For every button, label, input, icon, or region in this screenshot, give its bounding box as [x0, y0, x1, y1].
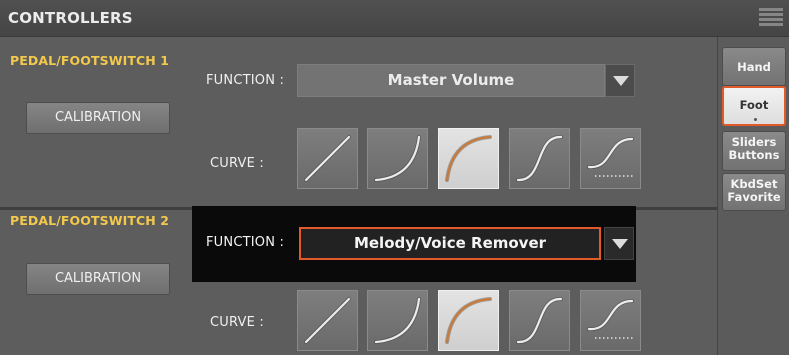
curve-button[interactable] — [580, 128, 641, 189]
tab-label-line: Buttons — [728, 148, 780, 162]
calibration-button[interactable]: CALIBRATION — [26, 102, 170, 134]
curve-button[interactable] — [438, 290, 499, 351]
logarithmic-curve-icon — [445, 297, 492, 344]
s-curve-icon — [516, 296, 563, 345]
curve-button[interactable] — [509, 290, 570, 351]
selected-indicator-icon — [754, 118, 757, 121]
calibration-button[interactable]: CALIBRATION — [26, 263, 170, 295]
pedal-footswitch-1-section: PEDAL/FOOTSWITCH 1 CALIBRATION FUNCTION … — [0, 37, 717, 209]
function-dropdown-button[interactable] — [604, 227, 634, 260]
curve-label: CURVE : — [210, 315, 264, 330]
curve-button[interactable] — [367, 128, 428, 189]
chevron-down-icon — [612, 239, 628, 249]
linear-curve-icon — [304, 135, 351, 182]
curve-label: CURVE : — [210, 156, 264, 171]
curve-button[interactable] — [297, 128, 358, 189]
page-title: CONTROLLERS — [8, 9, 133, 27]
hamburger-menu-icon[interactable] — [759, 8, 783, 28]
function-select-popup: FUNCTION : Melody/Voice Remover — [192, 206, 636, 282]
tab-label: Hand — [737, 60, 771, 74]
s-curve-dotted-icon — [587, 299, 635, 339]
function-select[interactable]: Melody/Voice Remover — [299, 227, 601, 260]
tab-sliders-buttons[interactable]: Sliders Buttons — [722, 131, 786, 171]
curve-button[interactable] — [509, 128, 570, 189]
logarithmic-curve-icon — [445, 135, 492, 182]
curve-button[interactable] — [438, 128, 499, 189]
function-select[interactable]: Master Volume — [297, 64, 605, 97]
exponential-curve-icon — [374, 135, 421, 182]
function-label: FUNCTION : — [206, 235, 285, 250]
exponential-curve-icon — [374, 297, 421, 344]
s-curve-icon — [516, 134, 563, 183]
section-title: PEDAL/FOOTSWITCH 2 — [10, 213, 170, 228]
linear-curve-icon — [304, 297, 351, 344]
sidebar: Hand Foot Sliders Buttons KbdSet Favorit… — [717, 37, 789, 355]
section-title: PEDAL/FOOTSWITCH 1 — [10, 53, 170, 68]
curve-button[interactable] — [367, 290, 428, 351]
function-label: FUNCTION : — [206, 73, 285, 88]
tab-label-line: Favorite — [727, 190, 781, 204]
curve-button[interactable] — [580, 290, 641, 351]
main-content: PEDAL/FOOTSWITCH 1 CALIBRATION FUNCTION … — [0, 37, 717, 355]
function-dropdown-button[interactable] — [605, 64, 635, 97]
tab-label: Foot — [739, 98, 769, 112]
s-curve-dotted-icon — [587, 137, 635, 177]
tab-foot[interactable]: Foot — [722, 86, 786, 126]
tab-hand[interactable]: Hand — [722, 47, 786, 86]
curve-button[interactable] — [297, 290, 358, 351]
chevron-down-icon — [613, 76, 629, 86]
tab-kbdset-favorite[interactable]: KbdSet Favorite — [722, 173, 786, 211]
header-bar: CONTROLLERS — [0, 0, 789, 37]
